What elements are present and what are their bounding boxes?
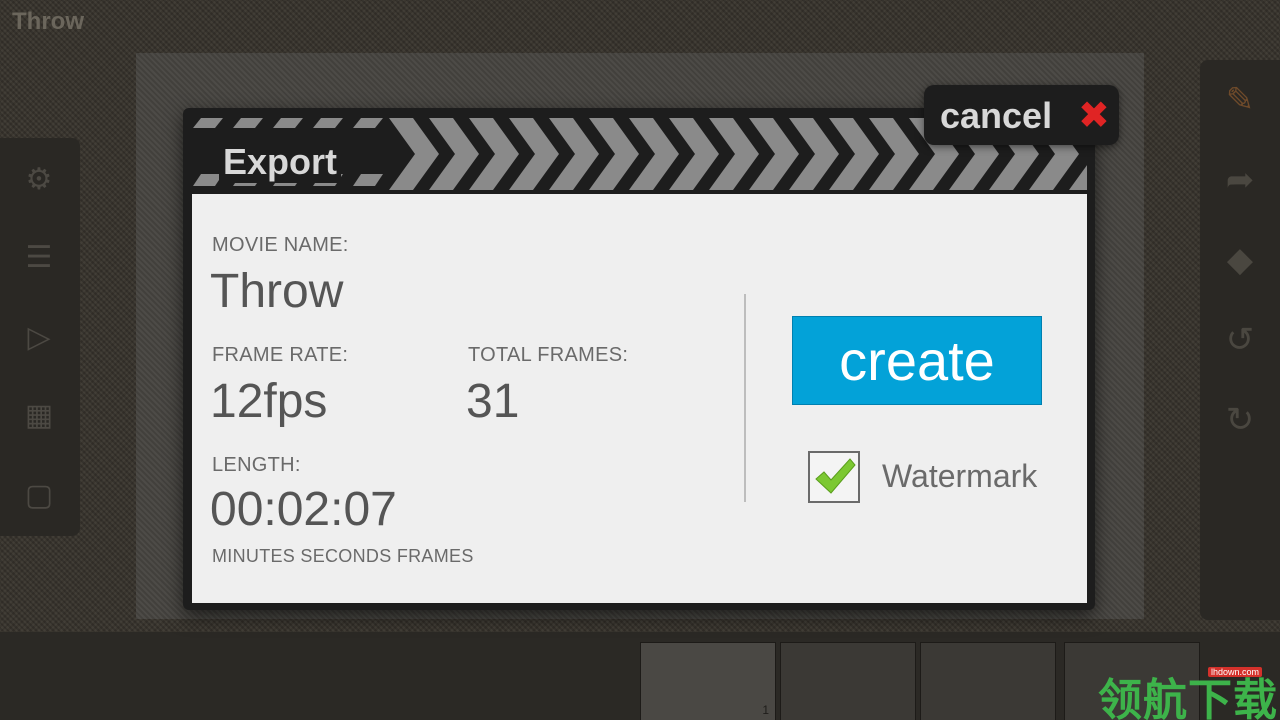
frame-rate-value: 12fps [210, 375, 328, 428]
filmstrip: 1 [0, 632, 1280, 720]
cancel-button[interactable]: cancel ✖ [924, 85, 1119, 145]
frame-thumbnail[interactable] [780, 642, 916, 720]
close-icon: ✖ [1078, 93, 1110, 137]
create-button[interactable]: create [792, 316, 1042, 405]
watermark-checkbox[interactable] [808, 451, 860, 503]
length-label: LENGTH: [212, 454, 301, 476]
undo-icon[interactable]: ↺ [1214, 318, 1266, 362]
movie-name-value: Throw [210, 265, 344, 318]
settings-icon[interactable]: ⚙ [14, 160, 64, 200]
grid-icon[interactable]: ▦ [14, 396, 64, 436]
divider [744, 294, 746, 502]
length-units-label: MINUTES SECONDS FRAMES [212, 546, 474, 566]
redo-icon[interactable]: ↻ [1214, 398, 1266, 442]
eraser-icon[interactable]: ◆ [1214, 238, 1266, 282]
frame-icon[interactable]: ▢ [14, 476, 64, 516]
length-value: 00:02:07 [210, 483, 397, 536]
frame-thumbnail[interactable] [920, 642, 1056, 720]
frame-thumbnail[interactable]: 1 [640, 642, 776, 720]
pencil-icon[interactable]: ✎ [1214, 78, 1266, 122]
layers-icon[interactable]: ☰ [14, 238, 64, 278]
cancel-label: cancel [940, 95, 1053, 136]
frame-rate-label: FRAME RATE: [212, 344, 349, 366]
checkmark-icon [815, 458, 856, 494]
app-title: Throw [12, 8, 84, 35]
dialog-title: Export [219, 141, 342, 183]
export-details-panel: MOVIE NAME: Throw FRAME RATE: 12fps TOTA… [192, 194, 1087, 603]
total-frames-label: TOTAL FRAMES: [468, 344, 629, 366]
fill-icon[interactable]: ➦ [1214, 158, 1266, 202]
watermark-label: Watermark [882, 458, 1038, 494]
site-url: lhdown.com [1208, 667, 1263, 677]
right-toolbar: ✎ ➦ ◆ ↺ ↻ [1200, 60, 1280, 620]
movie-name-label: MOVIE NAME: [212, 234, 349, 256]
frame-number: 1 [762, 703, 769, 717]
export-dialog: Export MOVIE NAME: Throw FRAME RATE: 12f… [183, 108, 1095, 610]
left-toolbar: ⚙ ☰ ▷ ▦ ▢ [0, 138, 80, 536]
total-frames-value: 31 [466, 375, 520, 428]
play-icon[interactable]: ▷ [14, 318, 64, 358]
